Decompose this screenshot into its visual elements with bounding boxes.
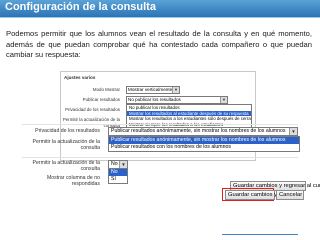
cancel-button[interactable]: Cancelar xyxy=(276,190,304,200)
title-divider xyxy=(0,17,320,18)
section-title: Ajustes varios xyxy=(64,75,96,80)
chevron-down-icon: ▼ xyxy=(119,161,127,168)
save-show-button[interactable]: Guardar cambios y mostrar xyxy=(225,190,298,200)
chevron-down-icon: ▼ xyxy=(220,97,227,103)
publish-label: Publicar resultados xyxy=(82,97,120,102)
update-dropdown: No Sí xyxy=(108,168,128,184)
description-text: Podemos permitir que los alumnos vean el… xyxy=(6,29,312,59)
privacy-select[interactable]: Publicar resultados anónimamente, sin mo… xyxy=(108,127,298,136)
publish-option[interactable]: Mostrar los resultados a los estudiantes… xyxy=(127,116,251,122)
footer-rule xyxy=(222,234,298,235)
chevron-down-icon: ▼ xyxy=(289,128,297,135)
mode-select[interactable]: Mostrar verticalmente ▼ xyxy=(126,86,180,94)
privacy-option[interactable]: Publicar resultados con los nombres de l… xyxy=(109,144,299,151)
privacy-dropdown: Publicar resultados anónimamente, sin mo… xyxy=(108,136,300,152)
update-option[interactable]: No xyxy=(109,169,127,176)
privacy-label-small: Privacidad de los resultados xyxy=(65,107,120,112)
divider xyxy=(22,124,298,125)
publish-select[interactable]: No publicar los resultados ▼ xyxy=(126,96,228,104)
privacy-label: Privacidad de los resultados xyxy=(35,128,100,134)
show-column-label: Mostrar columna de no respondidas xyxy=(46,175,100,187)
update-select-value: No xyxy=(111,161,118,167)
divider xyxy=(22,157,298,158)
update-side-label: Permitir la actualización de la consulta xyxy=(32,139,100,151)
update-label: Permitir la actualización de la consulta xyxy=(32,160,100,172)
chevron-down-icon: ▼ xyxy=(172,87,179,93)
update-option[interactable]: Sí xyxy=(109,176,127,183)
page-title: Configuración de la consulta xyxy=(5,1,156,13)
privacy-option[interactable]: Publicar resultados anónimamente, sin mo… xyxy=(109,137,299,144)
mode-select-value: Mostrar verticalmente xyxy=(128,87,173,92)
publish-select-value: No publicar los resultados xyxy=(128,97,181,102)
privacy-select-value: Publicar resultados anónimamente, sin mo… xyxy=(111,128,286,134)
mode-label: Modo Mostrar xyxy=(92,87,120,92)
